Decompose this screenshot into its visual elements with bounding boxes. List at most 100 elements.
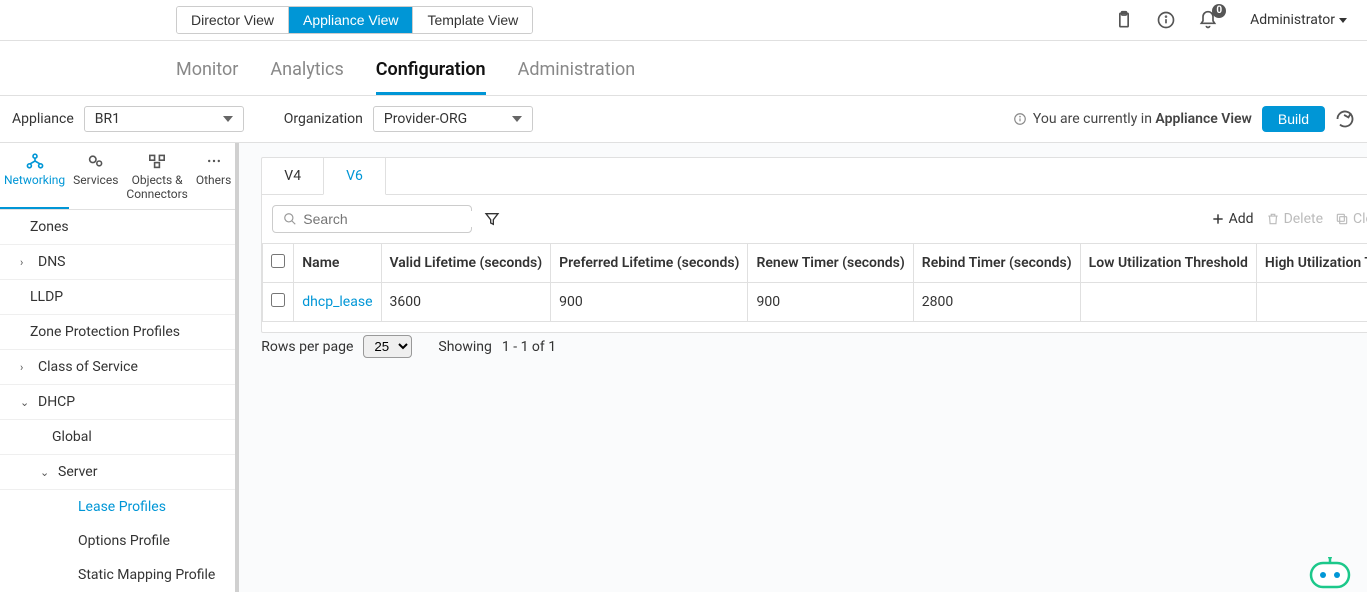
others-icon [204, 153, 224, 169]
cat-networking[interactable]: Networking [0, 143, 69, 209]
tree-zone-protection[interactable]: Zone Protection Profiles [0, 315, 235, 350]
chevron-down-icon [512, 116, 522, 122]
sidebar-categories: Networking Services Objects & Connectors… [0, 143, 235, 210]
lease-profiles-table: Name Valid Lifetime (seconds) Preferred … [262, 243, 1367, 322]
org-value: Provider-ORG [384, 111, 467, 127]
main-area: Networking Services Objects & Connectors… [0, 143, 1367, 592]
context-bar: Appliance BR1 Organization Provider-ORG … [0, 96, 1367, 143]
cat-networking-label: Networking [4, 173, 65, 187]
chatbot-icon[interactable] [1305, 557, 1355, 591]
cell-rebind-timer: 2800 [913, 283, 1080, 322]
view-appliance[interactable]: Appliance View [288, 7, 412, 33]
chevron-right-icon: › [20, 361, 32, 374]
cell-name[interactable]: dhcp_lease [294, 283, 381, 322]
cat-others[interactable]: Others [192, 143, 235, 209]
cell-high-util [1256, 283, 1367, 322]
lease-profiles-panel: V4 V6 Add [261, 157, 1367, 333]
tree-lease-profiles[interactable]: Lease Profiles [0, 490, 235, 524]
notif-count: 0 [1212, 4, 1226, 18]
table-row[interactable]: dhcp_lease 3600 900 900 2800 [263, 283, 1367, 322]
tree-dhcp[interactable]: ⌄DHCP [0, 385, 235, 420]
add-button[interactable]: Add [1211, 211, 1254, 227]
tab-configuration[interactable]: Configuration [376, 51, 486, 95]
col-low-util[interactable]: Low Utilization Threshold [1080, 244, 1256, 283]
bell-icon[interactable]: 0 [1198, 10, 1218, 30]
build-button[interactable]: Build [1262, 106, 1325, 132]
view-info: You are currently in Appliance View [1013, 111, 1252, 127]
search-box[interactable] [272, 205, 472, 233]
clone-icon [1335, 212, 1349, 226]
tree-dns[interactable]: ›DNS [0, 245, 235, 280]
chevron-down-icon [223, 116, 233, 122]
delete-button[interactable]: Delete [1266, 211, 1323, 227]
plus-icon [1211, 212, 1225, 226]
tree-static-mapping[interactable]: Static Mapping Profile [0, 558, 235, 592]
cat-others-label: Others [196, 173, 231, 187]
info-icon[interactable] [1156, 10, 1176, 30]
ip-version-tabs: V4 V6 [262, 158, 1367, 195]
chevron-down-icon: ⌄ [20, 396, 32, 409]
tree-zones[interactable]: Zones [0, 210, 235, 245]
sidebar: Networking Services Objects & Connectors… [0, 143, 239, 592]
search-input[interactable] [303, 211, 484, 227]
services-icon [86, 153, 106, 169]
cell-renew-timer: 900 [748, 283, 913, 322]
col-rebind-timer[interactable]: Rebind Timer (seconds) [913, 244, 1080, 283]
view-template[interactable]: Template View [412, 7, 532, 33]
cell-low-util [1080, 283, 1256, 322]
cat-objects-label: Objects & Connectors [126, 173, 187, 201]
tree-options-profile[interactable]: Options Profile [0, 524, 235, 558]
rows-per-page-select[interactable]: 25 [363, 335, 412, 358]
tree-dhcp-global[interactable]: Global [0, 420, 235, 455]
search-icon [283, 211, 297, 227]
showing-label: Showing [438, 339, 492, 355]
refresh-icon[interactable] [1335, 109, 1355, 129]
cell-preferred-lifetime: 900 [551, 283, 748, 322]
tree-dhcp-server[interactable]: ⌄Server [0, 455, 235, 490]
select-all-checkbox[interactable] [271, 254, 285, 268]
col-preferred-lifetime[interactable]: Preferred Lifetime (seconds) [551, 244, 748, 283]
view-director[interactable]: Director View [177, 7, 288, 33]
cell-valid-lifetime: 3600 [381, 283, 551, 322]
col-valid-lifetime[interactable]: Valid Lifetime (seconds) [381, 244, 551, 283]
tab-administration[interactable]: Administration [518, 51, 636, 95]
org-select[interactable]: Provider-ORG [373, 106, 533, 132]
info-strong: Appliance View [1155, 111, 1251, 127]
col-renew-timer[interactable]: Renew Timer (seconds) [748, 244, 913, 283]
view-switcher: Director View Appliance View Template Vi… [176, 6, 533, 34]
tree-lldp[interactable]: LLDP [0, 280, 235, 315]
user-menu[interactable]: Administrator [1250, 12, 1347, 28]
pager: Rows per page 25 Showing 1 - 1 of 1 [261, 333, 1367, 372]
tab-analytics[interactable]: Analytics [270, 51, 343, 95]
subtab-v6[interactable]: V6 [323, 158, 386, 195]
col-checkbox [263, 244, 294, 283]
sidebar-tree: Zones ›DNS LLDP Zone Protection Profiles… [0, 210, 235, 592]
tab-monitor[interactable]: Monitor [176, 51, 238, 95]
row-checkbox[interactable] [271, 293, 285, 307]
clipboard-icon[interactable] [1114, 10, 1134, 30]
top-header: Director View Appliance View Template Vi… [0, 0, 1367, 41]
subtab-v4[interactable]: V4 [262, 158, 323, 194]
nav-tabs: Monitor Analytics Configuration Administ… [0, 41, 1367, 96]
tree-cos[interactable]: ›Class of Service [0, 350, 235, 385]
user-label: Administrator [1250, 12, 1335, 28]
chevron-down-icon: ⌄ [40, 466, 52, 479]
info-small-icon [1013, 111, 1027, 127]
col-high-util[interactable]: High Utilization Threshold [1256, 244, 1367, 283]
cat-services-label: Services [73, 173, 118, 187]
trash-icon [1266, 212, 1280, 226]
caret-down-icon [1339, 18, 1347, 23]
appliance-value: BR1 [95, 111, 120, 127]
cat-services[interactable]: Services [69, 143, 122, 209]
org-label: Organization [284, 111, 363, 127]
appliance-select[interactable]: BR1 [84, 106, 244, 132]
filter-icon[interactable] [484, 211, 500, 227]
chevron-right-icon: › [20, 256, 32, 269]
top-icons: 0 Administrator [1114, 10, 1347, 30]
content-panel: V4 V6 Add [239, 143, 1367, 592]
clone-button[interactable]: Clone [1335, 211, 1367, 227]
cat-objects[interactable]: Objects & Connectors [122, 143, 191, 209]
col-name[interactable]: Name [294, 244, 381, 283]
showing-value: 1 - 1 of 1 [502, 339, 556, 355]
appliance-label: Appliance [12, 111, 74, 127]
